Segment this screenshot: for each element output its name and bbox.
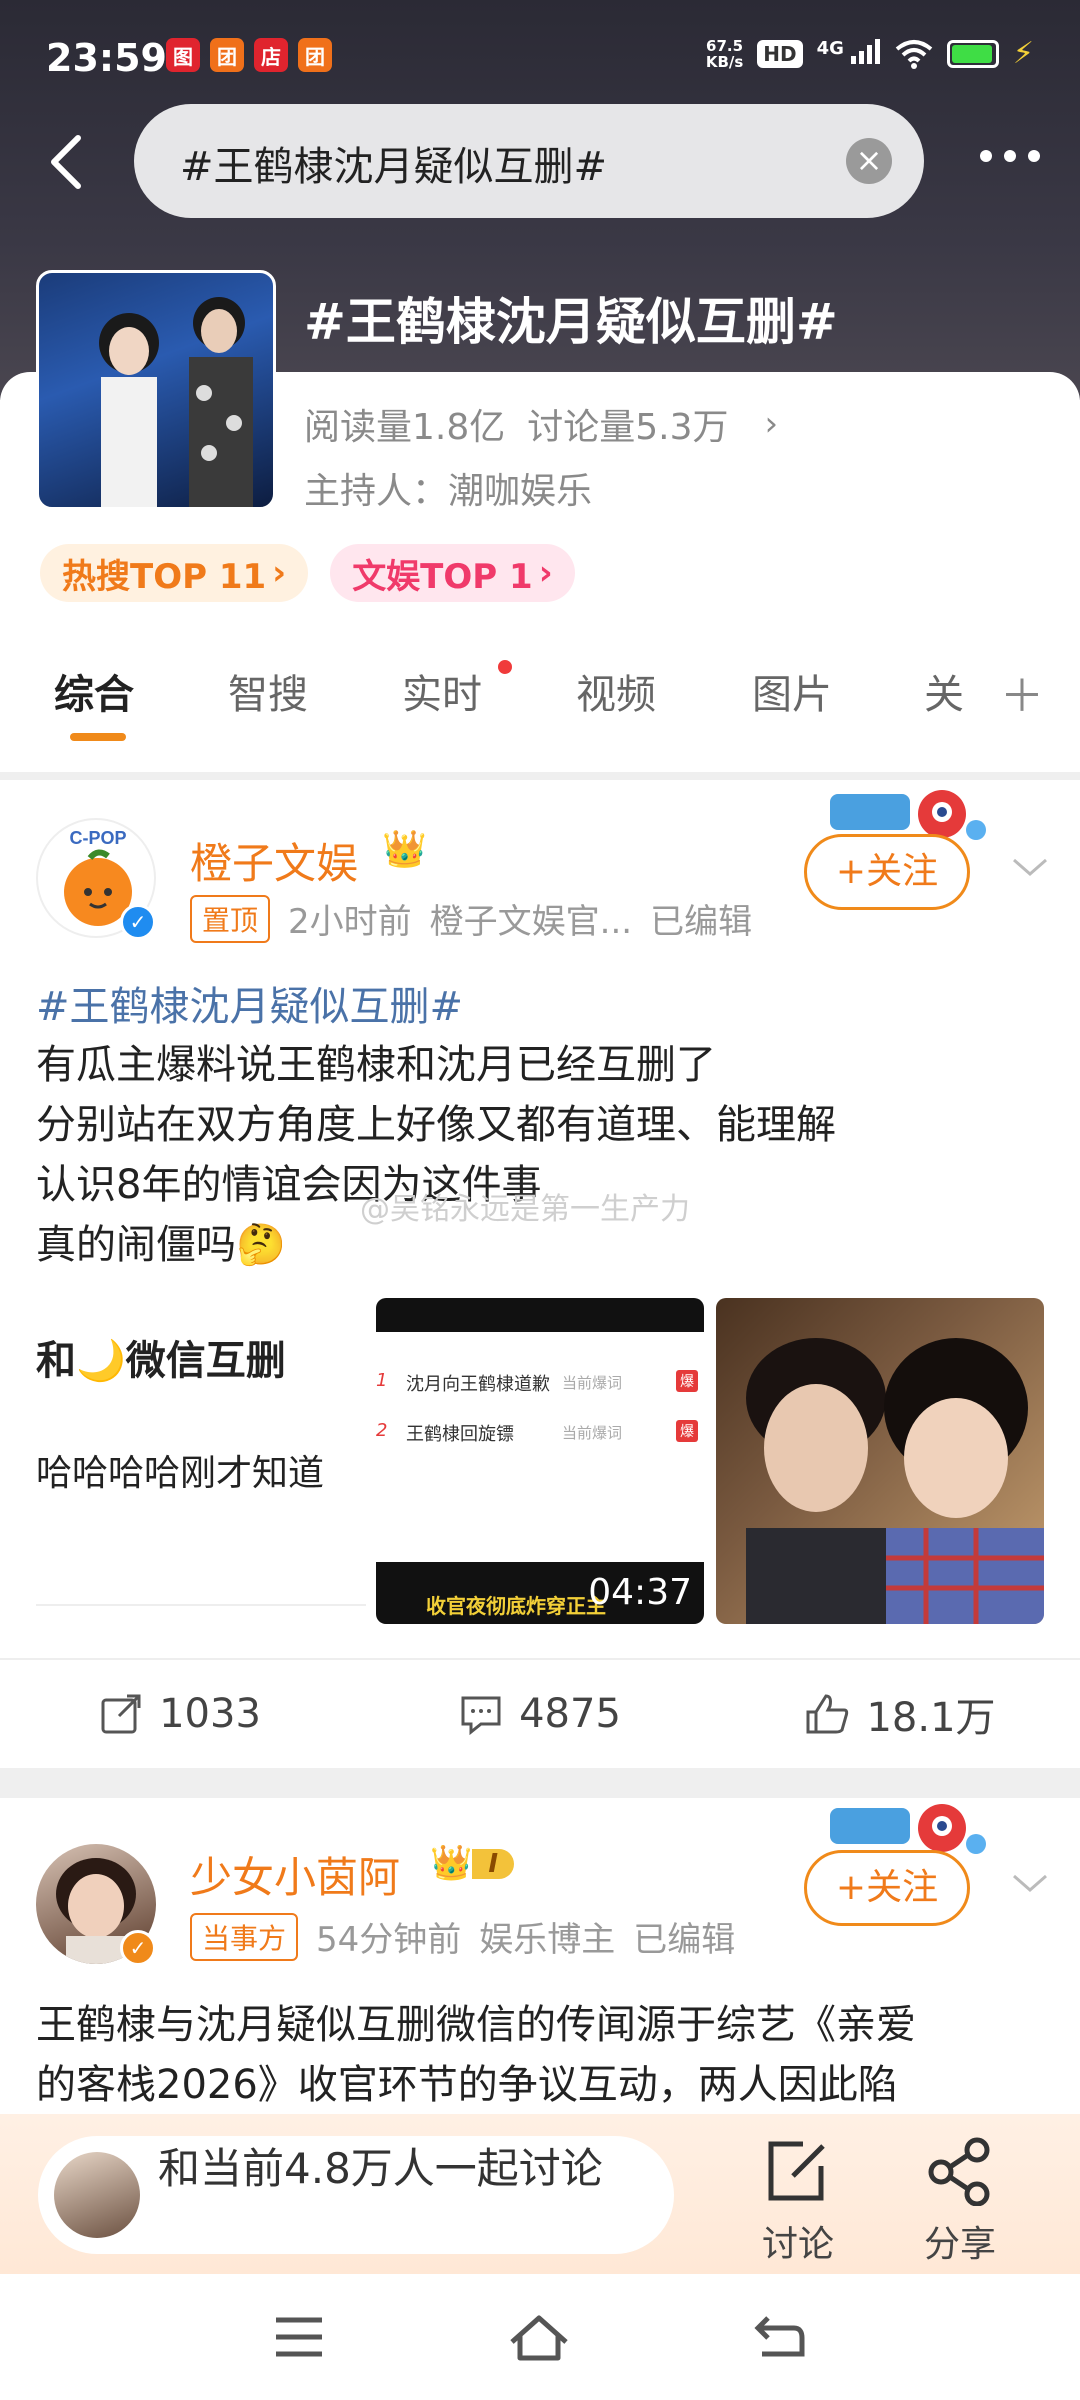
post-text-line: 分别站在双方角度上好像又都有道理、能理解 [36,1102,836,1148]
post-meta: 置顶 2小时前 橙子文娱官... 已编辑 [190,894,752,943]
post-source: 娱乐博主 [479,1920,616,1960]
video-duration: 04:37 [588,1572,692,1613]
net-speed: 67.5 KB/s [705,36,744,71]
post-hashtag[interactable]: #王鹤棣沈月疑似互删# [36,974,463,1032]
comment-count: 4875 [519,1691,621,1737]
post-actions: 1033 4875 18.1万 [0,1658,1080,1768]
clear-search-icon[interactable]: × [846,138,892,184]
share-nodes-icon [928,2137,990,2207]
member-crown-icon: 👑 I [430,1842,515,1883]
notification-icons: 图 团 店 团 [166,38,332,72]
weibo-topic-page: 23:59 图 团 店 团 67.5 KB/s HD 4G ⚡ #王鹤棣沈月疑似… [0,0,1080,2400]
follow-button[interactable]: +关注 [804,834,970,910]
chevron-down-icon[interactable] [1010,848,1050,888]
chevron-right-icon: › [764,404,779,444]
signal-icon: 4G [817,38,881,69]
share-button[interactable]: 分享 [900,2136,1020,2267]
back-arrow-icon[interactable] [40,132,100,192]
like-button[interactable]: 18.1万 [720,1660,1080,1768]
post-image-screenshot[interactable]: 和🌙微信互删 哈哈哈哈刚才知道 [36,1298,366,1624]
watermark-text: @吴铭永远是第一生产力 [360,1192,690,1227]
post-card[interactable]: ✓ 少女小茵阿 👑 I 当事方 54分钟前 娱乐博主 已编辑 +关注 王鹤棣与沈月… [0,1798,1080,2118]
post-time: 2小时前 [288,902,412,942]
notification-icon: 团 [298,38,332,72]
tab-more[interactable]: 关 [924,662,964,720]
chevron-down-icon[interactable] [1010,1864,1050,1904]
username[interactable]: 橙子文娱 [190,830,358,891]
active-tab-indicator [70,733,126,741]
edit-icon [768,2141,825,2201]
pinned-badge: 置顶 [190,894,271,943]
system-navigation-bar [0,2274,1080,2400]
status-indicators: 67.5 KB/s HD 4G ⚡ [706,36,1034,71]
post-image-photo[interactable] [716,1298,1044,1624]
verified-icon: ✓ [120,1930,156,1966]
section-divider [0,1768,1080,1798]
battery-icon [946,39,999,68]
post-text-line: 有瓜主爆料说王鹤棣和沈月已经互删了 [36,1042,716,1088]
menu-icon[interactable] [274,2314,324,2360]
rank-tags: 热搜TOP 11 › 文娱TOP 1 › [40,544,575,602]
username[interactable]: 少女小茵阿 [190,1844,400,1905]
post-text-line: 的客栈2026》收官环节的争议互动，两人因此陷 [36,2062,898,2108]
repost-button[interactable]: 1033 [0,1660,360,1768]
crown-icon: 👑 [382,829,427,870]
notification-icon: 店 [254,38,288,72]
status-bar: 23:59 图 团 店 团 67.5 KB/s HD 4G ⚡ [0,0,1080,110]
verified-icon: ✓ [120,904,156,940]
tab-video[interactable]: 视频 [576,662,656,720]
tab-bar: 综合 智搜 实时 视频 图片 关 ＋ [0,620,1080,750]
topic-title: #王鹤棣沈月疑似互删# [304,293,838,351]
read-count: 阅读量1.8亿 [304,407,506,448]
role-badge: 当事方 [190,1912,299,1961]
edited-label: 已编辑 [650,902,753,942]
comment-icon [461,1696,501,1736]
edited-label: 已编辑 [633,1920,736,1960]
tab-images[interactable]: 图片 [752,662,832,720]
hot-search-rank-tag[interactable]: 热搜TOP 11 › [40,544,309,602]
discussion-count: 讨论量5.3万 [527,407,729,448]
like-count: 18.1万 [866,1695,996,1741]
topic-cover-image [36,270,276,510]
avatar [54,2152,140,2238]
add-tab-icon[interactable]: ＋ [1000,660,1044,724]
entertainment-rank-tag[interactable]: 文娱TOP 1 › [330,544,575,602]
hd-icon: HD [757,39,803,68]
more-options-icon[interactable] [980,150,1040,162]
video-caption: 收官夜彻底炸穿正主 [426,1594,606,1618]
share-icon [101,1694,141,1734]
discuss-button[interactable]: 讨论 [738,2136,858,2267]
post-text-line: 王鹤棣与沈月疑似互删微信的传闻源于综艺《亲爱 [36,2002,916,2048]
search-query: #王鹤棣沈月疑似互删# [180,144,608,190]
discussion-bar: 和当前4.8万人一起讨论 讨论 分享 [0,2114,1080,2274]
follow-button[interactable]: +关注 [804,1850,970,1926]
join-discussion-text: 和当前4.8万人一起讨论 [158,2144,603,2193]
join-discussion-button[interactable]: 和当前4.8万人一起讨论 [38,2136,674,2254]
post-text-line: 真的闹僵吗🤔 [36,1222,286,1268]
tab-smart-search[interactable]: 智搜 [228,662,308,720]
svg-text:C-POP: C-POP [69,828,126,848]
status-time: 23:59 [46,36,167,80]
wifi-icon [895,39,933,69]
new-indicator-dot [498,660,512,674]
notification-icon: 图 [166,38,200,72]
thumbs-up-icon [806,1694,849,1734]
tab-realtime[interactable]: 实时 [402,662,482,720]
topic-host[interactable]: 主持人：潮咖娱乐 [304,462,592,514]
search-input[interactable]: #王鹤棣沈月疑似互删# × [134,104,924,218]
repost-count: 1033 [159,1691,261,1737]
charging-icon: ⚡ [1012,36,1034,71]
comment-button[interactable]: 4875 [360,1660,720,1768]
top-bar: #王鹤棣沈月疑似互删# × [0,104,1080,220]
post-meta: 当事方 54分钟前 娱乐博主 已编辑 [190,1912,735,1961]
back-icon[interactable] [754,2314,806,2360]
tab-comprehensive[interactable]: 综合 [54,662,134,720]
notification-icon: 团 [210,38,244,72]
post-source: 橙子文娱官... [429,902,633,942]
topic-stats[interactable]: 阅读量1.8亿 讨论量5.3万 › [304,398,778,450]
home-icon[interactable] [508,2314,570,2362]
post-video-thumbnail[interactable]: 1 沈月向王鹤棣道歉 当前爆词 爆 2 王鹤棣回旋镖 当前爆词 爆 收官夜彻底炸… [376,1298,704,1624]
post-time: 54分钟前 [316,1920,462,1960]
